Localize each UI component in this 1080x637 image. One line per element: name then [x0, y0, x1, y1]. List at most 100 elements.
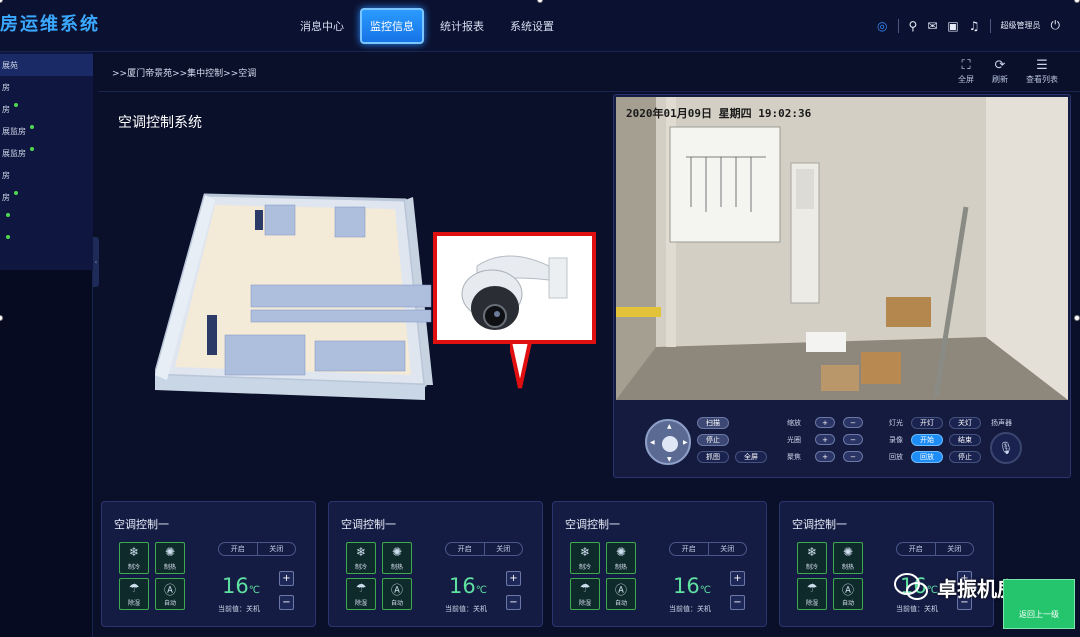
- temperature-value: 16: [673, 574, 700, 598]
- temp-increase-button[interactable]: +: [730, 571, 745, 586]
- nav-reports[interactable]: 统计报表: [430, 8, 494, 44]
- network-icon[interactable]: ⚲: [909, 19, 918, 33]
- watermark: 卓振机房: [893, 572, 1017, 602]
- refresh-button[interactable]: ⟳ 刷新: [992, 58, 1008, 85]
- record-start-button[interactable]: 开始: [911, 434, 943, 446]
- mode-heat-button[interactable]: ✺ 制热: [606, 542, 636, 574]
- temp-decrease-button[interactable]: −: [279, 595, 294, 610]
- mode-label: 除湿: [354, 600, 367, 607]
- admin-label[interactable]: 超级管理员: [1001, 20, 1041, 31]
- mode-label: 除湿: [578, 600, 591, 607]
- speaker-icon[interactable]: ♫: [969, 19, 980, 33]
- light-on-button[interactable]: 开灯: [911, 417, 943, 429]
- power-off-button[interactable]: 关闭: [483, 543, 523, 555]
- view-list-label: 查看列表: [1026, 75, 1058, 84]
- mode-heat-button[interactable]: ✺ 制热: [382, 542, 412, 574]
- mode-dehumidify-button[interactable]: ☂ 除湿: [797, 578, 827, 610]
- ptz-joystick[interactable]: ▲ ▼ ◀ ▶: [645, 419, 691, 465]
- left-arrow-icon[interactable]: ◀: [650, 439, 655, 446]
- mode-label: 制热: [614, 564, 627, 571]
- sidebar-item[interactable]: [0, 230, 93, 252]
- power-icon[interactable]: ⏻: [1051, 18, 1061, 33]
- playback-stop-button[interactable]: 停止: [949, 451, 981, 463]
- temp-decrease-button[interactable]: −: [730, 595, 745, 610]
- up-arrow-icon[interactable]: ▲: [667, 423, 672, 430]
- record-end-button[interactable]: 结束: [949, 434, 981, 446]
- temperature-display: 16℃: [222, 574, 260, 598]
- power-on-button[interactable]: 开启: [897, 543, 935, 555]
- iris-close-button[interactable]: −: [843, 434, 863, 445]
- playback-button[interactable]: 回放: [911, 451, 943, 463]
- ac-card-title: 空调控制一: [792, 518, 847, 531]
- temp-increase-button[interactable]: +: [279, 571, 294, 586]
- light-off-button[interactable]: 关灯: [949, 417, 981, 429]
- sidebar-item[interactable]: 展苑: [0, 54, 93, 76]
- right-arrow-icon[interactable]: ▶: [683, 439, 688, 446]
- power-on-button[interactable]: 开启: [446, 543, 484, 555]
- view-list-button[interactable]: ☰ 查看列表: [1026, 58, 1058, 85]
- sidebar-item[interactable]: 房: [0, 186, 93, 208]
- temp-increase-button[interactable]: +: [506, 571, 521, 586]
- header-tools: ◎ ⚲ ✉ ▣ ♫ 超级管理员 ⏻: [877, 18, 1060, 33]
- back-button[interactable]: 返回上一级: [1003, 579, 1075, 629]
- fullscreen-button[interactable]: ⛶ 全屏: [958, 58, 974, 85]
- down-arrow-icon[interactable]: ▼: [667, 456, 672, 463]
- power-off-button[interactable]: 关闭: [256, 543, 296, 555]
- message-icon[interactable]: ✉: [927, 19, 937, 33]
- sidebar-item[interactable]: 展监房: [0, 142, 93, 164]
- joystick-knob[interactable]: [662, 436, 678, 452]
- power-off-button[interactable]: 关闭: [934, 543, 974, 555]
- sidebar-item[interactable]: 房: [0, 98, 93, 120]
- nav-settings[interactable]: 系统设置: [500, 8, 564, 44]
- mode-dehumidify-button[interactable]: ☂ 除湿: [570, 578, 600, 610]
- sidebar-item[interactable]: 房: [0, 76, 93, 98]
- snowflake-icon: ❄: [128, 545, 140, 559]
- camera-callout[interactable]: [433, 232, 596, 344]
- focus-near-button[interactable]: +: [815, 451, 835, 462]
- mode-cool-button[interactable]: ❄ 制冷: [797, 542, 827, 574]
- snapshot-button[interactable]: 抓图: [697, 451, 729, 463]
- scan-button[interactable]: 扫描: [697, 417, 729, 429]
- view-tools: ⛶ 全屏 ⟳ 刷新 ☰ 查看列表: [958, 58, 1058, 85]
- sidebar-item-label: 展苑: [2, 60, 18, 70]
- signal-icon[interactable]: ◎: [877, 19, 887, 33]
- iris-open-button[interactable]: +: [815, 434, 835, 445]
- nav-monitoring[interactable]: 监控信息: [360, 8, 424, 44]
- mode-cool-button[interactable]: ❄ 制冷: [570, 542, 600, 574]
- mode-auto-button[interactable]: Ⓐ 自动: [606, 578, 636, 610]
- monitor-icon[interactable]: ▣: [947, 19, 958, 33]
- ac-card-title: 空调控制一: [114, 518, 169, 531]
- mode-heat-button[interactable]: ✺ 制热: [833, 542, 863, 574]
- mode-dehumidify-button[interactable]: ☂ 除湿: [346, 578, 376, 610]
- mode-heat-button[interactable]: ✺ 制热: [155, 542, 185, 574]
- zoom-in-button[interactable]: +: [815, 417, 835, 428]
- power-off-button[interactable]: 关闭: [707, 543, 747, 555]
- mode-cool-button[interactable]: ❄ 制冷: [346, 542, 376, 574]
- sidebar-item[interactable]: 房: [0, 164, 93, 186]
- status-dot: [14, 103, 18, 107]
- temp-decrease-button[interactable]: −: [506, 595, 521, 610]
- mode-auto-button[interactable]: Ⓐ 自动: [382, 578, 412, 610]
- mode-dehumidify-button[interactable]: ☂ 除湿: [119, 578, 149, 610]
- sidebar-item[interactable]: [0, 208, 93, 230]
- sidebar-item[interactable]: 展监房: [0, 120, 93, 142]
- wechat-icon: [894, 573, 928, 600]
- focus-far-button[interactable]: −: [843, 451, 863, 462]
- mode-label: 制热: [390, 564, 403, 571]
- mode-auto-button[interactable]: Ⓐ 自动: [833, 578, 863, 610]
- snowflake-icon: ❄: [579, 545, 591, 559]
- microphone-button[interactable]: 🎙: [990, 432, 1022, 464]
- mode-auto-button[interactable]: Ⓐ 自动: [155, 578, 185, 610]
- camera-feed[interactable]: 2020年01月09日 星期四 19:02:36: [616, 97, 1068, 400]
- nav-messages[interactable]: 消息中心: [290, 8, 354, 44]
- collapse-sidebar-button[interactable]: ‹: [93, 237, 99, 287]
- zoom-out-button[interactable]: −: [843, 417, 863, 428]
- video-fullscreen-button[interactable]: 全屏: [735, 451, 767, 463]
- power-on-button[interactable]: 开启: [670, 543, 708, 555]
- snowflake-icon: ❄: [806, 545, 818, 559]
- resize-handle[interactable]: [1074, 315, 1080, 321]
- stop-button[interactable]: 停止: [697, 434, 729, 446]
- power-on-button[interactable]: 开启: [219, 543, 257, 555]
- mode-cool-button[interactable]: ❄ 制冷: [119, 542, 149, 574]
- auto-icon: Ⓐ: [614, 583, 627, 597]
